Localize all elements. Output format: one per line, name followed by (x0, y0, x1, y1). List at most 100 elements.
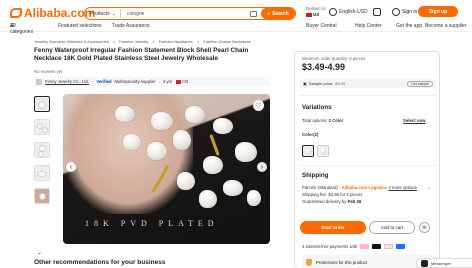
thumbnail[interactable] (34, 96, 50, 112)
breadcrumb: Jewelry, Eyewear, Watches & Accessories … (34, 39, 254, 44)
pearl (247, 190, 261, 206)
pearl (185, 106, 205, 123)
search-input[interactable]: coiogne (121, 11, 250, 17)
supplier-years: 4 yrs (162, 79, 172, 84)
country-code: CN (182, 79, 189, 84)
more-options-link[interactable]: 2 more options (388, 185, 416, 190)
get-sample-button[interactable]: Get sample (407, 80, 433, 87)
variations-title: Variations (302, 104, 332, 111)
start-order-button[interactable]: Start order (300, 221, 366, 234)
alibaba-logo[interactable]: Alibaba.com (10, 6, 95, 20)
divider (300, 95, 436, 96)
breadcrumb-separator: > (112, 39, 116, 44)
pearl (177, 172, 195, 190)
breadcrumb-item[interactable]: Fashion Chains Necklaces (203, 39, 250, 44)
breadcrumb-item[interactable]: Jewelry, Eyewear, Watches & Accessories (34, 39, 109, 44)
sample-label: Sample price: (308, 81, 334, 86)
reviews-status: No reviews yet (34, 69, 63, 74)
language-selector[interactable]: English-USD (339, 9, 368, 15)
globe-icon[interactable] (329, 8, 337, 16)
chevron-right-icon[interactable]: › (428, 186, 430, 192)
supplier-logo (36, 78, 42, 85)
user-icon[interactable] (392, 8, 400, 16)
separator: · (158, 79, 160, 84)
breadcrumb-item[interactable]: Fashion Jewelry (119, 39, 148, 44)
protections-section[interactable]: Protections for this product (302, 255, 434, 268)
cn-flag-icon (176, 79, 181, 84)
color-swatch-selected[interactable] (302, 145, 314, 157)
previous-image-icon[interactable]: ‹ (66, 162, 76, 172)
get-app-link[interactable]: Get the app (396, 23, 422, 29)
delivery-guarantee: Guaranteed delivery by Feb 26 (302, 199, 361, 204)
help-center-link[interactable]: Help Center (355, 23, 382, 29)
search-icon: ⌕ (267, 10, 271, 17)
price-range: $3.49-4.99 (302, 62, 346, 72)
trade-assurance-link[interactable]: Trade Assurance (112, 23, 150, 29)
total-options-value: 2 Color (328, 118, 344, 123)
select-now-link[interactable]: Select now (403, 118, 425, 123)
pearl (147, 142, 167, 160)
product-main-image[interactable]: 18K PVD PLATED ♡ ‹ › (63, 94, 270, 244)
thumbnail-strip (34, 96, 53, 211)
search-category-dropdown[interactable]: Products ⌄ (85, 9, 121, 18)
favorite-heart-icon[interactable]: ♡ (253, 100, 264, 111)
pearl (223, 180, 243, 196)
thumbnail[interactable] (34, 142, 50, 158)
thumbnail[interactable] (34, 165, 50, 181)
verified-badge[interactable]: Verified (96, 79, 111, 84)
sample-icon: ▣ (303, 81, 307, 86)
pearl (151, 112, 173, 130)
interest-free-label: 4 interest-free payments with (302, 244, 358, 249)
shield-icon (306, 259, 312, 266)
divider (300, 165, 436, 166)
parcels-label: Parcels (Standard) (302, 185, 338, 190)
logistics-label: Alibaba.com Logistics (341, 185, 388, 190)
supplier-name-link[interactable]: Fenny Jewelry Co., Ltd. (45, 79, 89, 84)
delivery-prefix: Guaranteed delivery by (302, 199, 347, 204)
afterpay-icon (372, 244, 382, 249)
sign-up-button[interactable]: Sign up (418, 6, 458, 17)
camera-icon[interactable] (250, 10, 257, 17)
color-label: Color(2) (302, 132, 319, 137)
paypal-icon (396, 244, 406, 249)
klarna-icon (360, 244, 370, 249)
thumbnail[interactable] (34, 119, 50, 135)
shipping-fee: Shipping fee: $3.96 for 2 pieces (302, 192, 363, 197)
image-watermark: 18K PVD PLATED (85, 219, 219, 228)
deliver-to[interactable]: Deliver to: US (306, 6, 326, 18)
color-swatch[interactable] (317, 145, 329, 157)
us-flag-icon (306, 12, 312, 17)
chevron-down-icon: ⌄ (111, 10, 116, 17)
featured-selections-link[interactable]: Featured selections (58, 23, 102, 29)
shipping-title: Shipping (302, 172, 329, 179)
delivery-date: Feb 26 (347, 199, 362, 204)
messenger-icon (421, 259, 428, 267)
next-image-icon[interactable]: › (257, 162, 267, 172)
other-recommendations-heading: Other recommendations for your business (34, 259, 166, 266)
pearl (173, 130, 191, 150)
breadcrumb-separator: > (152, 39, 155, 44)
buyer-central-link[interactable]: Buyer Central (306, 23, 337, 29)
alibaba-logo-icon (10, 8, 22, 18)
top-header: Alibaba.com Products ⌄ coiogne ⌕ Search … (0, 0, 472, 35)
chat-icon[interactable]: ✉ (419, 222, 430, 233)
supplier-bar: Fenny Jewelry Co., Ltd. · Verified Multi… (34, 77, 270, 86)
breadcrumb-separator: > (196, 39, 200, 44)
become-supplier-link[interactable]: Become a supplier (425, 23, 466, 29)
cart-icon[interactable] (373, 8, 381, 16)
pearl (123, 134, 141, 150)
gold-chain (209, 134, 220, 156)
add-to-cart-button[interactable]: Add to cart (369, 221, 415, 234)
product-title: Fenny Waterproof Irregular Fashion State… (34, 47, 249, 63)
sample-price-bar: ▣ Sample price: $4.99 Get sample (300, 79, 436, 88)
search-button[interactable]: ⌕ Search (261, 8, 295, 19)
pearl (199, 190, 217, 208)
all-categories-label: All categories (10, 23, 34, 35)
messenger-button[interactable]: Messenger (416, 258, 472, 268)
messenger-label: Messenger (431, 260, 451, 266)
thumbnail-scroll-down-icon[interactable]: ⌄ (37, 249, 42, 256)
breadcrumb-item[interactable]: Fashion Necklaces (159, 39, 193, 44)
sign-in-link[interactable]: Sign in (402, 9, 417, 15)
protections-label: Protections for this product (316, 260, 368, 265)
thumbnail[interactable] (34, 188, 50, 204)
